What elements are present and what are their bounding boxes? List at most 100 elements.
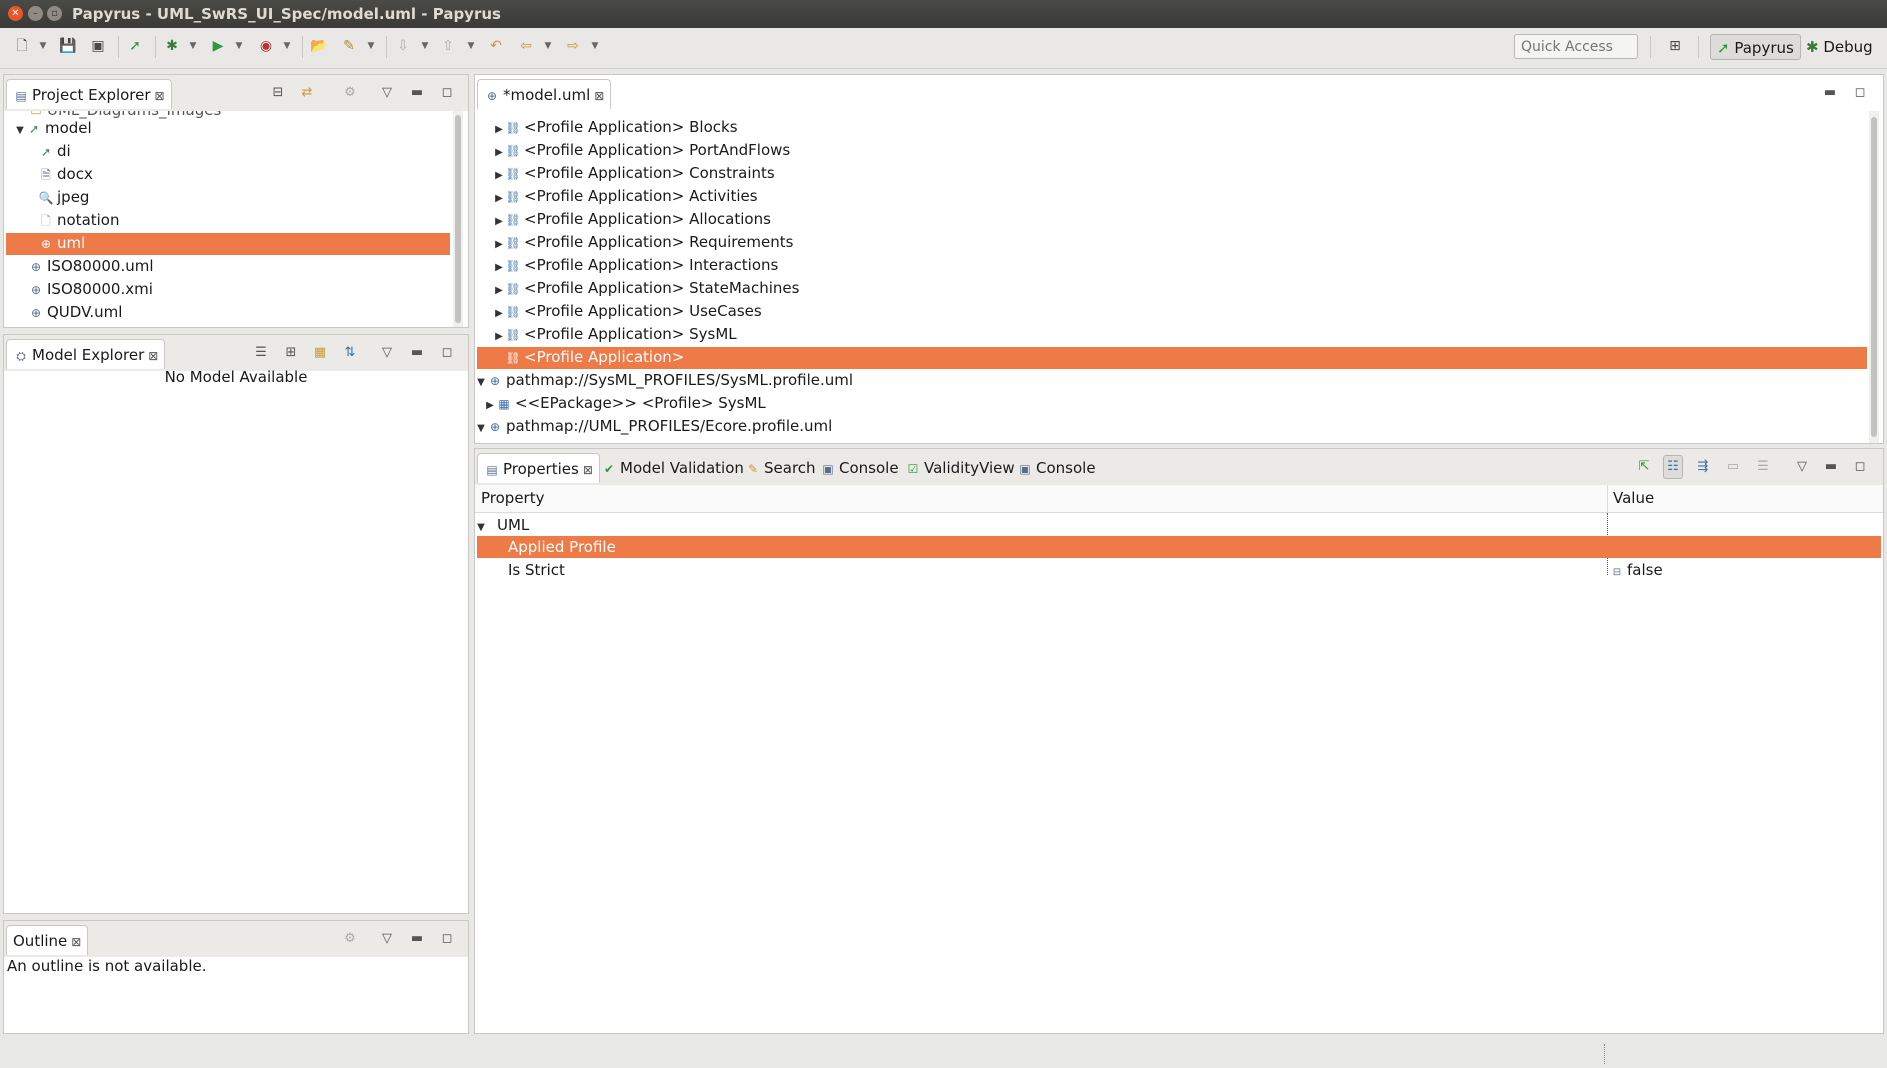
- tree-item-jpeg[interactable]: 🔍 jpeg: [38, 188, 90, 207]
- restore-default-icon[interactable]: ▭: [1724, 459, 1742, 474]
- tab-model-uml[interactable]: ⊕ *model.uml ⊠: [477, 79, 612, 109]
- new-icon[interactable]: 🗋: [12, 36, 32, 56]
- view-menu-icon[interactable]: ▽: [378, 345, 396, 360]
- column-header-property[interactable]: Property: [481, 489, 544, 507]
- view-menu-icon[interactable]: ▽: [378, 931, 396, 946]
- tree-item-model[interactable]: ▼ ➚ model: [14, 119, 92, 138]
- filter-icon[interactable]: ⚙: [341, 931, 359, 946]
- minimize-icon[interactable]: ▬: [408, 345, 426, 360]
- show-categories-icon[interactable]: ☷: [1663, 455, 1683, 479]
- tab-project-explorer[interactable]: ▤ Project Explorer ⊠: [6, 79, 172, 109]
- minimize-icon[interactable]: ▬: [408, 931, 426, 946]
- perspective-debug-button[interactable]: ✱ Debug: [1800, 34, 1879, 60]
- editor-scrollbar[interactable]: [1869, 111, 1879, 443]
- save-icon[interactable]: 💾: [58, 36, 78, 56]
- expanded-arrow-icon[interactable]: ▼: [475, 373, 487, 392]
- back-dropdown-icon[interactable]: ▼: [543, 36, 553, 56]
- minimize-icon[interactable]: ▬: [1822, 459, 1840, 474]
- quick-access-input[interactable]: [1514, 34, 1638, 59]
- external-tools-dropdown-icon[interactable]: ▼: [282, 36, 292, 56]
- tree-row-profile-application[interactable]: ▶ ⛓ <Profile Application> Interactions: [493, 256, 778, 275]
- close-icon[interactable]: ⊠: [71, 935, 81, 949]
- debug-dropdown-icon[interactable]: ▼: [188, 36, 198, 56]
- column-header-value[interactable]: Value: [1613, 489, 1654, 507]
- papyrus-icon[interactable]: ➚: [125, 36, 145, 56]
- tab-model-explorer[interactable]: ⛭ Model Explorer ⊠: [6, 339, 166, 369]
- filter-icon[interactable]: ⚙: [341, 85, 359, 100]
- tree-row-profile-application[interactable]: ▶ ⛓ <Profile Application> Constraints: [493, 164, 775, 183]
- debug-icon[interactable]: ✱: [162, 36, 182, 56]
- tree-item-iso80000-xmi[interactable]: ⊕ ISO80000.xmi: [28, 280, 153, 299]
- previous-annotation-dropdown-icon[interactable]: ▼: [466, 36, 476, 56]
- run-icon[interactable]: ▶: [208, 36, 228, 56]
- close-icon[interactable]: ⊠: [594, 89, 604, 103]
- tree-item-uml[interactable]: ⊕ uml: [38, 234, 85, 253]
- edit-dropdown-icon[interactable]: ▼: [366, 36, 376, 56]
- collapsed-arrow-icon[interactable]: ▶: [493, 327, 505, 346]
- minimize-icon[interactable]: ▬: [408, 85, 426, 100]
- tree-row-profile-application[interactable]: ▶ ⛓ <Profile Application> SysML: [493, 325, 737, 344]
- property-applied-profile[interactable]: Applied Profile: [508, 538, 616, 557]
- open-folder-icon[interactable]: 📂: [309, 36, 329, 56]
- link-with-editor-icon[interactable]: ⇄: [298, 85, 316, 100]
- tree-row-profile-application[interactable]: ▶ ⛓ <Profile Application> PortAndFlows: [493, 141, 790, 160]
- tree-item-di[interactable]: ➚ di: [38, 142, 71, 161]
- tab-outline[interactable]: Outline ⊠: [6, 925, 89, 955]
- maximize-icon[interactable]: ◻: [1851, 85, 1869, 100]
- diagram-icon[interactable]: ▦: [311, 345, 329, 360]
- edit-icon[interactable]: ✎: [339, 36, 359, 56]
- tree-item-notation[interactable]: 🗋 notation: [38, 211, 119, 230]
- tree-row-resource[interactable]: ▼ ⊕ pathmap://UML_PROFILES/Ecore.profile.u…: [475, 417, 832, 436]
- tab-search[interactable]: ✎ Search: [739, 453, 822, 483]
- last-edit-icon[interactable]: ↶: [486, 36, 506, 56]
- tree-row-profile-application[interactable]: ▶ ⛓ <Profile Application> Allocations: [493, 210, 771, 229]
- tree-row-profile-application-selected[interactable]: ⛓ <Profile Application>: [505, 348, 684, 367]
- show-advanced-icon[interactable]: ⇶: [1694, 459, 1712, 474]
- tree-row-profile-application[interactable]: ▶ ⛓ <Profile Application> StateMachines: [493, 279, 799, 298]
- expanded-arrow-icon[interactable]: ▼: [475, 518, 487, 537]
- tree-row-profile-application[interactable]: ▶ ⛓ <Profile Application> UseCases: [493, 302, 762, 321]
- collapsed-arrow-icon[interactable]: ▶: [493, 304, 505, 323]
- expanded-arrow-icon[interactable]: ▼: [475, 419, 487, 438]
- close-icon[interactable]: ⊠: [148, 349, 158, 363]
- tree-item-qudv-uml[interactable]: ⊕ QUDV.uml: [28, 303, 123, 322]
- column-divider[interactable]: [1607, 485, 1608, 512]
- tab-properties[interactable]: ▤ Properties ⊠: [477, 453, 600, 483]
- tree-row-resource[interactable]: ▼ ⊕ pathmap://SysML_PROFILES/SysML.profile…: [475, 371, 853, 390]
- pin-icon[interactable]: ⇱: [1635, 459, 1653, 474]
- collapsed-arrow-icon[interactable]: ▶: [493, 166, 505, 185]
- next-annotation-icon[interactable]: ⇩: [393, 36, 413, 56]
- list-view-icon[interactable]: ☰: [252, 345, 270, 360]
- tree-view-icon[interactable]: ⊞: [282, 345, 300, 360]
- close-icon[interactable]: ⊠: [583, 463, 593, 477]
- tree-row-profile-application[interactable]: ▶ ⛓ <Profile Application> Requirements: [493, 233, 793, 252]
- sort-icon[interactable]: ⇅: [341, 345, 359, 360]
- next-annotation-dropdown-icon[interactable]: ▼: [420, 36, 430, 56]
- perspective-papyrus-button[interactable]: ➚ Papyrus: [1710, 34, 1801, 60]
- tab-model-validation[interactable]: ✔ Model Validation: [595, 453, 750, 483]
- save-all-icon[interactable]: ▣: [88, 36, 108, 56]
- property-group-uml[interactable]: ▼ UML: [475, 516, 529, 535]
- scrollbar-thumb[interactable]: [455, 115, 461, 323]
- collapsed-arrow-icon[interactable]: ▶: [493, 143, 505, 162]
- collapsed-arrow-icon[interactable]: ▶: [493, 281, 505, 300]
- window-close-button[interactable]: ✕: [8, 6, 23, 21]
- tab-console-2[interactable]: ▣ Console: [1011, 453, 1102, 483]
- view-menu-icon[interactable]: ▽: [378, 85, 396, 100]
- expanded-arrow-icon[interactable]: ▼: [14, 121, 26, 140]
- collapse-all-icon[interactable]: ⊟: [269, 85, 287, 100]
- tab-validityview[interactable]: ☑ ValidityView: [899, 453, 1021, 483]
- tab-console[interactable]: ▣ Console: [814, 453, 905, 483]
- forward-dropdown-icon[interactable]: ▼: [590, 36, 600, 56]
- window-minimize-button[interactable]: –: [28, 6, 43, 21]
- collapsed-arrow-icon[interactable]: ▶: [493, 258, 505, 277]
- collapsed-arrow-icon[interactable]: ▶: [493, 212, 505, 231]
- run-dropdown-icon[interactable]: ▼: [234, 36, 244, 56]
- view-menu-icon[interactable]: ▽: [1793, 459, 1811, 474]
- tree-row-profile-application[interactable]: ▶ ⛓ <Profile Application> Activities: [493, 187, 757, 206]
- collapsed-arrow-icon[interactable]: ▶: [493, 120, 505, 139]
- collapsed-arrow-icon[interactable]: ▶: [484, 396, 496, 415]
- minimize-icon[interactable]: ▬: [1821, 85, 1839, 100]
- maximize-icon[interactable]: ◻: [438, 931, 456, 946]
- property-is-strict-value[interactable]: ⊟ false: [1611, 561, 1663, 580]
